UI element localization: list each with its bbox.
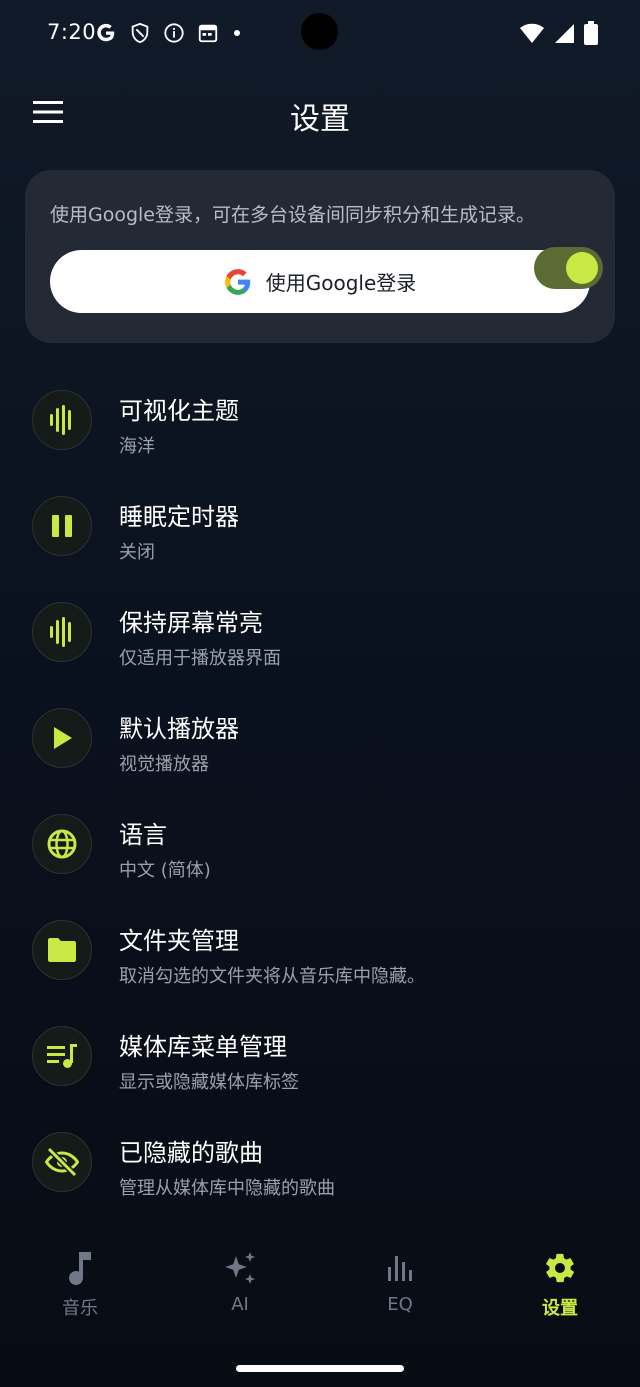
nav-tab-eq[interactable]: EQ <box>320 1228 480 1328</box>
setting-subtitle: 关闭 <box>119 542 155 563</box>
globe-icon <box>47 829 77 859</box>
nav-tab-ai[interactable]: AI <box>160 1228 320 1328</box>
setting-title: 文件夹管理 <box>119 927 239 955</box>
equalizer-icon <box>388 1256 412 1281</box>
setting-title: 保持屏幕常亮 <box>119 609 263 637</box>
info-icon <box>164 23 184 43</box>
status-system-icons <box>520 21 598 45</box>
nav-tab-music[interactable]: 音乐 <box>0 1228 160 1328</box>
setting-subtitle: 视觉播放器 <box>119 754 209 775</box>
wifi-icon <box>520 23 544 43</box>
setting-icon-badge <box>32 920 92 980</box>
signal-icon <box>555 24 574 43</box>
status-bar: 7:20 <box>0 0 640 66</box>
setting-icon-badge <box>32 1026 92 1086</box>
nav-label: 音乐 <box>62 1298 98 1319</box>
status-time: 7:20 <box>47 20 97 44</box>
camera-cutout <box>301 13 338 50</box>
setting-title: 媒体库菜单管理 <box>119 1033 287 1061</box>
sparkles-icon <box>225 1252 255 1284</box>
setting-title: 默认播放器 <box>119 715 239 743</box>
calendar-icon <box>198 24 218 43</box>
setting-hidden-songs[interactable]: 已隐藏的歌曲 管理从媒体库中隐藏的歌曲 <box>0 1107 640 1213</box>
setting-folder-management[interactable]: 文件夹管理 取消勾选的文件夹将从音乐库中隐藏。 <box>0 895 640 1001</box>
battery-icon <box>584 21 598 45</box>
setting-icon-badge <box>32 390 92 450</box>
app-bar: 设置 <box>0 72 640 156</box>
bottom-nav: 音乐 AI EQ 设置 <box>0 1228 640 1338</box>
dot-icon <box>234 30 240 36</box>
settings-list: 可视化主题 海洋 睡眠定时器 关闭 保持屏幕常亮 仅适用于播放器界面 默认播放器… <box>0 365 640 1213</box>
nav-label: 设置 <box>542 1298 578 1319</box>
setting-subtitle: 显示或隐藏媒体库标签 <box>119 1072 299 1093</box>
setting-title: 睡眠定时器 <box>119 503 239 531</box>
shield-icon <box>131 22 149 44</box>
setting-subtitle: 管理从媒体库中隐藏的歌曲 <box>119 1178 335 1199</box>
setting-icon-badge <box>32 814 92 874</box>
setting-icon-badge <box>32 1132 92 1192</box>
status-notification-icons <box>95 20 243 46</box>
nav-tab-settings[interactable]: 设置 <box>480 1228 640 1328</box>
folder-icon <box>48 938 76 962</box>
keep-screen-on-toggle[interactable] <box>534 247 603 289</box>
setting-sleep-timer[interactable]: 睡眠定时器 关闭 <box>0 471 640 577</box>
waveform-icon <box>50 405 71 435</box>
google-login-button[interactable]: 使用Google登录 <box>50 250 590 313</box>
play-icon <box>54 727 72 749</box>
google-login-card: 使用Google登录，可在多台设备间同步积分和生成记录。 使用Google登录 <box>25 170 615 343</box>
home-indicator[interactable] <box>236 1365 404 1372</box>
setting-subtitle: 仅适用于播放器界面 <box>119 648 281 669</box>
google-g-icon <box>97 23 115 42</box>
setting-subtitle: 海洋 <box>119 436 155 457</box>
login-description: 使用Google登录，可在多台设备间同步积分和生成记录。 <box>50 204 536 226</box>
setting-default-player[interactable]: 默认播放器 视觉播放器 <box>0 683 640 789</box>
playlist-icon <box>47 1044 77 1068</box>
toggle-knob <box>566 252 598 284</box>
gear-icon <box>546 1253 574 1283</box>
waveform-icon <box>50 617 71 647</box>
setting-library-menu[interactable]: 媒体库菜单管理 显示或隐藏媒体库标签 <box>0 1001 640 1107</box>
setting-language[interactable]: 语言 中文 (简体) <box>0 789 640 895</box>
setting-subtitle: 中文 (简体) <box>119 860 211 881</box>
music-note-icon <box>69 1252 91 1286</box>
setting-title: 语言 <box>119 821 167 849</box>
setting-icon-badge <box>32 496 92 556</box>
google-login-label: 使用Google登录 <box>265 271 417 295</box>
setting-icon-badge <box>32 708 92 768</box>
nav-label: EQ <box>387 1294 413 1315</box>
google-logo-icon <box>224 268 250 295</box>
setting-title: 可视化主题 <box>119 397 239 425</box>
setting-keep-screen-on[interactable]: 保持屏幕常亮 仅适用于播放器界面 <box>0 577 640 683</box>
setting-title: 已隐藏的歌曲 <box>119 1139 263 1167</box>
nav-label: AI <box>231 1294 249 1315</box>
setting-subtitle: 取消勾选的文件夹将从音乐库中隐藏。 <box>119 966 425 987</box>
setting-icon-badge <box>32 602 92 662</box>
eye-off-icon <box>45 1147 79 1177</box>
setting-visual-theme[interactable]: 可视化主题 海洋 <box>0 365 640 471</box>
pause-icon <box>52 515 72 537</box>
page-title: 设置 <box>290 102 350 137</box>
